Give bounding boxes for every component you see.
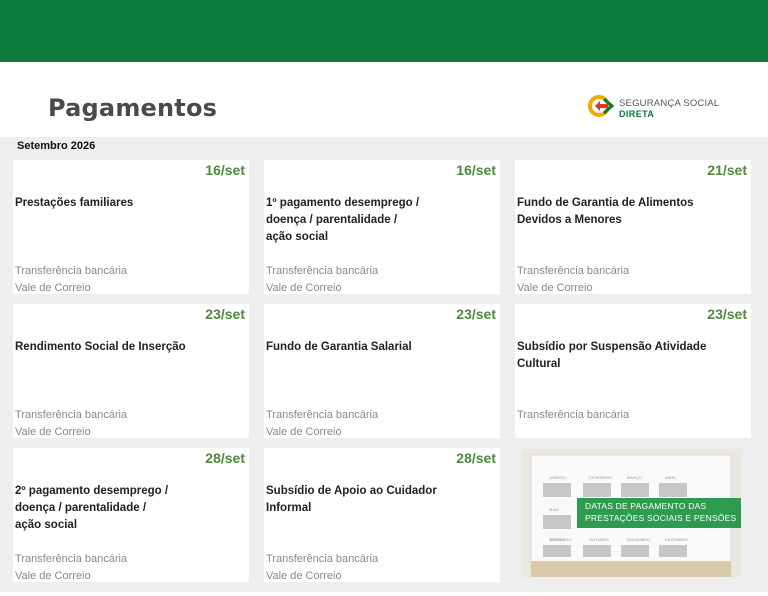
payment-methods: Transferência bancária Vale de Correio bbox=[266, 407, 378, 441]
payment-method: Transferência bancária bbox=[15, 409, 128, 421]
payment-method: Transferência bancária bbox=[15, 265, 128, 277]
payment-methods: Transferência bancária bbox=[517, 407, 629, 424]
promo-month-3: MARÇO bbox=[627, 475, 642, 480]
payment-methods: Transferência bancária Vale de Correio bbox=[15, 551, 127, 585]
payment-method: Vale de Correio bbox=[15, 282, 91, 294]
payment-card[interactable]: 16/set 1º pagamento desemprego / doença /… bbox=[264, 160, 500, 294]
payment-title: 1º pagamento desemprego / doença / paren… bbox=[266, 197, 420, 243]
payment-methods: Transferência bancária Vale de Correio bbox=[15, 263, 127, 297]
payment-date: 16/set bbox=[456, 162, 496, 178]
payment-method: Vale de Correio bbox=[266, 426, 342, 438]
payment-methods: Transferência bancária Vale de Correio bbox=[266, 551, 378, 585]
payment-card[interactable]: 16/set Prestações familiares Transferência… bbox=[13, 160, 249, 294]
payment-title: Subsídio por Suspensão Atividade Cultura… bbox=[517, 341, 707, 370]
payment-date: 16/set bbox=[205, 162, 245, 178]
payment-card[interactable]: 28/set 2º pagamento desemprego / doença /… bbox=[13, 448, 249, 582]
promo-month-9: SETEMBRO bbox=[549, 537, 571, 542]
payment-date: 23/set bbox=[456, 306, 496, 322]
payment-method: Transferência bancária bbox=[15, 553, 128, 565]
payment-card[interactable]: 28/set Subsídio de Apoio ao Cuidador Info… bbox=[264, 448, 500, 582]
payment-method: Transferência bancária bbox=[266, 409, 379, 421]
payment-card[interactable]: 21/set Fundo de Garantia de Alimentos Dev… bbox=[515, 160, 751, 294]
payment-date: 28/set bbox=[205, 450, 245, 466]
month-label: Setembro 2026 bbox=[17, 140, 96, 152]
promo-month-4: ABRIL bbox=[665, 475, 677, 480]
page-title: Pagamentos bbox=[48, 94, 218, 122]
logo-icon bbox=[588, 95, 615, 117]
promo-banner-text: DATAS DE PAGAMENTO DAS PRESTAÇÕES SOCIAI… bbox=[585, 501, 737, 523]
payment-title: Prestações familiares bbox=[15, 197, 134, 209]
payment-method: Vale de Correio bbox=[517, 282, 593, 294]
promo-month-11: NOVEMBRO bbox=[627, 537, 650, 542]
payment-card[interactable]: 23/set Fundo de Garantia Salarial Transfer… bbox=[264, 304, 500, 438]
payment-methods: Transferência bancária Vale de Correio bbox=[15, 407, 127, 441]
payment-date: 21/set bbox=[707, 162, 747, 178]
payment-card[interactable]: 23/set Subsídio por Suspensão Atividade C… bbox=[515, 304, 751, 438]
promo-month-5: MAIO bbox=[549, 507, 559, 512]
payment-method: Transferência bancária bbox=[266, 265, 379, 277]
promo-month-1: JANEIRO bbox=[549, 475, 566, 480]
payment-title: Rendimento Social de Inserção bbox=[15, 341, 186, 353]
promo-month-10: OUTUBRO bbox=[589, 537, 609, 542]
logo-text-direta: DIRETA bbox=[619, 109, 655, 119]
promo-banner-payment-dates[interactable]: JANEIRO FEVEREIRO MARÇO ABRIL MAIO JUNHO… bbox=[521, 449, 741, 577]
payment-title: Fundo de Garantia Salarial bbox=[266, 341, 412, 353]
payment-date: 23/set bbox=[205, 306, 245, 322]
payment-method: Vale de Correio bbox=[15, 426, 91, 438]
payment-method: Transferência bancária bbox=[266, 553, 379, 565]
logo-text-seguranca-social: SEGURANÇA SOCIAL bbox=[619, 98, 720, 109]
payment-date: 23/set bbox=[707, 306, 747, 322]
payment-method: Vale de Correio bbox=[266, 570, 342, 582]
payment-methods: Transferência bancária Vale de Correio bbox=[266, 263, 378, 297]
payment-method: Transferência bancária bbox=[517, 409, 630, 421]
payment-method: Transferência bancária bbox=[517, 265, 630, 277]
payment-method: Vale de Correio bbox=[266, 282, 342, 294]
seguranca-social-logo[interactable]: SEGURANÇA SOCIAL DIRETA bbox=[586, 90, 719, 120]
promo-month-2: FEVEREIRO bbox=[589, 475, 612, 480]
payment-date: 28/set bbox=[456, 450, 496, 466]
payment-title: Subsídio de Apoio ao Cuidador Informal bbox=[266, 485, 437, 514]
promo-month-12: DEZEMBRO bbox=[665, 537, 688, 542]
payment-title: 2º pagamento desemprego / doença / paren… bbox=[15, 485, 169, 531]
payment-methods: Transferência bancária Vale de Correio bbox=[517, 263, 629, 297]
payment-title: Fundo de Garantia de Alimentos Devidos a… bbox=[517, 197, 694, 226]
top-bar bbox=[0, 0, 768, 62]
payment-card[interactable]: 23/set Rendimento Social de Inserção Trans… bbox=[13, 304, 249, 438]
payment-method: Vale de Correio bbox=[15, 570, 91, 582]
